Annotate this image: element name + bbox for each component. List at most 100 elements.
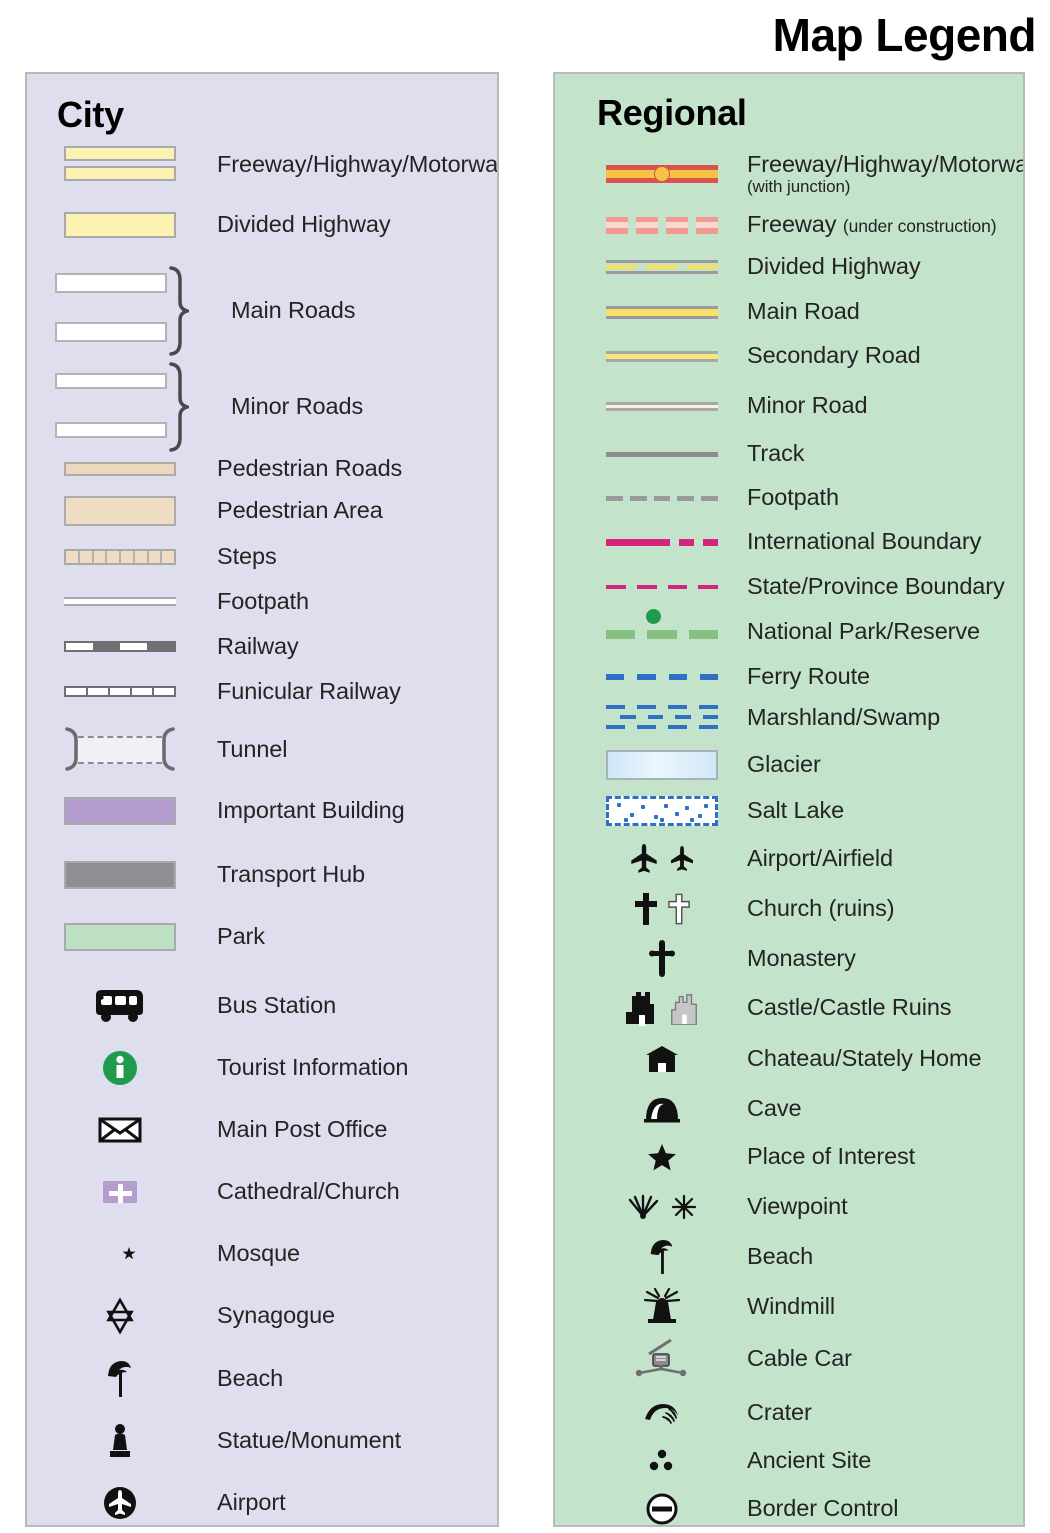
legend-label: Cathedral/Church xyxy=(217,1178,400,1205)
legend-label: Statue/Monument xyxy=(217,1427,401,1454)
legend-row-regional-airport-airfield[interactable]: Airport/Airfield xyxy=(555,838,1023,880)
legend-row-regional-glacier[interactable]: Glacier xyxy=(555,746,1023,784)
envelope-icon xyxy=(45,1110,195,1150)
legend-row-regional-windmill[interactable]: Windmill xyxy=(555,1286,1023,1328)
legend-row-regional-castle[interactable]: Castle/Castle Ruins xyxy=(555,986,1023,1030)
legend-row-city-funicular-railway[interactable]: Funicular Railway xyxy=(27,678,497,704)
legend-row-city-divided-highway[interactable]: Divided Highway xyxy=(27,211,497,238)
legend-row-city-statue-monument[interactable]: Statue/Monument xyxy=(27,1420,497,1462)
legend-row-city-airport[interactable]: Airport xyxy=(27,1482,497,1524)
legend-label: Crater xyxy=(747,1399,812,1426)
legend-row-regional-minor-road[interactable]: Minor Road xyxy=(555,391,1023,421)
legend-row-city-footpath[interactable]: Footpath xyxy=(27,588,497,614)
legend-row-city-mosque[interactable]: Mosque xyxy=(27,1234,497,1274)
cross-on-square-icon xyxy=(45,1172,195,1212)
legend-row-regional-salt-lake[interactable]: Salt Lake xyxy=(555,792,1023,830)
legend-row-regional-church-ruins[interactable]: Church (ruins) xyxy=(555,888,1023,930)
legend-row-city-cathedral-church[interactable]: Cathedral/Church xyxy=(27,1172,497,1212)
legend-label: Footpath xyxy=(217,588,309,614)
page-title: Map Legend xyxy=(772,9,1037,61)
legend-row-regional-crater[interactable]: Crater xyxy=(555,1392,1023,1434)
legend-label: Divided Highway xyxy=(747,253,921,280)
legend-label: Park xyxy=(217,923,265,950)
regional-secondary-road-symbol xyxy=(597,341,727,371)
city-park-symbol xyxy=(45,923,195,951)
legend-row-city-pedestrian-area[interactable]: Pedestrian Area xyxy=(27,496,497,526)
legend-label: Ferry Route xyxy=(747,663,870,690)
legend-row-regional-international-boundary[interactable]: International Boundary xyxy=(555,527,1023,557)
legend-row-regional-marshland[interactable]: Marshland/Swamp xyxy=(555,698,1023,738)
legend-row-regional-cable-car[interactable]: Cable Car xyxy=(555,1336,1023,1382)
legend-label: Ancient Site xyxy=(747,1447,872,1474)
legend-label: Divided Highway xyxy=(217,211,391,238)
legend-row-city-minor-roads[interactable]: Minor Roads xyxy=(27,362,497,452)
legend-row-regional-state-boundary[interactable]: State/Province Boundary xyxy=(555,572,1023,602)
legend-row-regional-chateau[interactable]: Chateau/Stately Home xyxy=(555,1038,1023,1080)
legend-row-city-transport-hub[interactable]: Transport Hub xyxy=(27,861,497,889)
legend-row-city-freeway[interactable]: Freeway/Highway/Motorway xyxy=(27,146,497,183)
windmill-icon xyxy=(597,1286,727,1328)
ancient-site-icon xyxy=(597,1440,727,1482)
star-icon xyxy=(597,1136,727,1178)
star-of-david-icon xyxy=(45,1296,195,1336)
city-main-roads-symbol xyxy=(45,266,195,356)
legend-label: Border Control xyxy=(747,1495,899,1522)
legend-label: Cave xyxy=(747,1095,802,1122)
legend-label: Main Post Office xyxy=(217,1116,388,1143)
castle-pair-icon xyxy=(597,986,727,1030)
legend-label: Tourist Information xyxy=(217,1054,409,1081)
star-and-crescent-icon xyxy=(45,1234,195,1274)
legend-row-regional-freeway-junction[interactable]: Freeway/Highway/Motorway (with junction) xyxy=(555,151,1025,196)
legend-label-main: Freeway/Highway/Motorway xyxy=(747,151,1025,178)
legend-label: Airport/Airfield xyxy=(747,845,893,872)
legend-label: Important Building xyxy=(217,797,405,824)
regional-footpath-symbol xyxy=(597,483,727,513)
legend-row-city-synagogue[interactable]: Synagogue xyxy=(27,1296,497,1336)
legend-row-city-important-building[interactable]: Important Building xyxy=(27,797,497,825)
legend-row-regional-monastery[interactable]: Monastery xyxy=(555,938,1023,980)
statue-icon xyxy=(45,1420,195,1462)
legend-label-main: Freeway xyxy=(747,211,837,238)
legend-row-regional-beach[interactable]: Beach xyxy=(555,1236,1023,1278)
legend-row-city-beach[interactable]: Beach xyxy=(27,1358,497,1400)
city-divided-highway-symbol xyxy=(45,212,195,238)
legend-label: Windmill xyxy=(747,1293,835,1320)
legend-row-regional-ancient-site[interactable]: Ancient Site xyxy=(555,1440,1023,1482)
legend-row-regional-national-park[interactable]: National Park/Reserve xyxy=(555,602,1023,648)
legend-row-regional-viewpoint[interactable]: Viewpoint xyxy=(555,1186,1023,1228)
legend-row-regional-secondary-road[interactable]: Secondary Road xyxy=(555,341,1023,371)
legend-row-regional-divided-highway[interactable]: Divided Highway xyxy=(555,252,1023,282)
regional-legend-panel: Regional Freeway/Highway/Motorway (with … xyxy=(553,72,1025,1527)
legend-row-regional-place-of-interest[interactable]: Place of Interest xyxy=(555,1136,1023,1178)
legend-row-city-railway[interactable]: Railway xyxy=(27,633,497,659)
legend-row-city-pedestrian-roads[interactable]: Pedestrian Roads xyxy=(27,455,497,481)
city-railway-symbol xyxy=(45,641,195,653)
legend-row-regional-ferry-route[interactable]: Ferry Route xyxy=(555,662,1023,692)
legend-row-regional-track[interactable]: Track xyxy=(555,439,1023,469)
regional-freeway-under-construction-symbol xyxy=(597,208,727,242)
legend-row-regional-border-control[interactable]: Border Control xyxy=(555,1488,1023,1525)
legend-label: Minor Roads xyxy=(231,393,364,420)
legend-row-regional-main-road[interactable]: Main Road xyxy=(555,297,1023,327)
city-freeway-symbol xyxy=(45,146,195,183)
legend-row-city-main-roads[interactable]: Main Roads xyxy=(27,266,497,356)
legend-row-city-park[interactable]: Park xyxy=(27,923,497,951)
regional-minor-road-symbol xyxy=(597,391,727,421)
legend-label: State/Province Boundary xyxy=(747,573,1005,600)
regional-state-boundary-symbol xyxy=(597,572,727,602)
legend-row-city-bus-station[interactable]: Bus Station xyxy=(27,984,497,1028)
regional-track-symbol xyxy=(597,439,727,469)
legend-row-regional-footpath[interactable]: Footpath xyxy=(555,483,1023,513)
legend-row-regional-freeway-construction[interactable]: Freeway (under construction) xyxy=(555,208,1023,242)
legend-row-city-steps[interactable]: Steps xyxy=(27,543,497,569)
city-important-building-symbol xyxy=(45,797,195,825)
legend-row-city-tunnel[interactable]: Tunnel xyxy=(27,719,497,781)
legend-row-city-main-post-office[interactable]: Main Post Office xyxy=(27,1110,497,1150)
curly-brace-icon xyxy=(169,266,189,356)
legend-row-regional-cave[interactable]: Cave xyxy=(555,1088,1023,1130)
legend-row-city-tourist-information[interactable]: Tourist Information xyxy=(27,1046,497,1090)
legend-label: Castle/Castle Ruins xyxy=(747,994,952,1021)
budded-cross-icon xyxy=(597,938,727,980)
legend-label: Transport Hub xyxy=(217,861,366,888)
regional-national-park-symbol xyxy=(597,602,727,648)
